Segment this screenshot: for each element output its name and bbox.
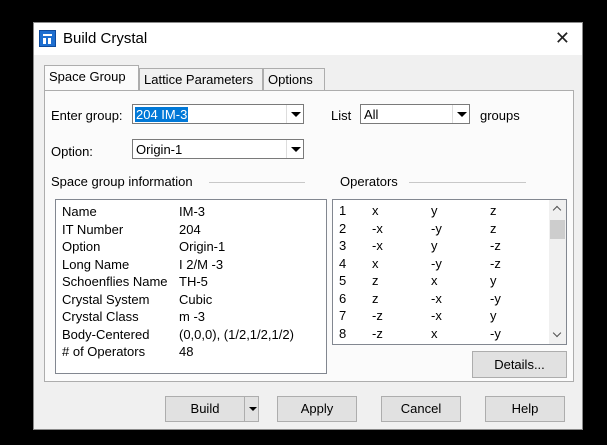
window-title: Build Crystal [63, 30, 148, 47]
enter-group-combobox[interactable]: 204 IM-3 [132, 104, 304, 124]
tab-options[interactable]: Options [263, 68, 325, 90]
operator-row[interactable]: 7 -z -x y [339, 308, 539, 324]
space-group-panel: Enter group: 204 IM-3 List All groups Op… [44, 90, 574, 382]
list-label: List [331, 108, 352, 123]
tab-label: Space Group [49, 69, 126, 84]
operator-x: -z [372, 325, 383, 341]
operator-x: z [372, 273, 379, 288]
operator-number: 6 [339, 290, 347, 306]
info-key: Body-Centered [62, 326, 150, 342]
operator-x: -x [372, 238, 383, 253]
operator-row[interactable]: 1 x y z [339, 203, 539, 219]
operator-row[interactable]: 3 -x y -z [339, 238, 539, 254]
operator-row[interactable]: 2 -x -y z [339, 221, 539, 237]
divider [209, 182, 305, 183]
operator-z: -y [490, 290, 501, 306]
operator-x: -z [372, 308, 383, 323]
enter-group-value: 204 IM-3 [135, 107, 189, 122]
operator-row[interactable]: 5 z x y [339, 273, 539, 289]
operator-y: -y [431, 220, 442, 236]
operator-y: x [431, 273, 438, 288]
operator-z: z [490, 203, 497, 218]
tab-space-group[interactable]: Space Group [44, 65, 139, 90]
tab-lattice-parameters[interactable]: Lattice Parameters [139, 68, 263, 90]
info-value: TH-5 [179, 274, 208, 289]
info-value: m -3 [179, 309, 205, 324]
app-icon [39, 30, 56, 47]
help-button[interactable]: Help [485, 396, 565, 422]
info-key: # of Operators [62, 344, 146, 359]
operators-list[interactable]: 1 x y z 2 -x -y z 3 -x y -z 4 x -y -z 5 … [332, 199, 567, 345]
divider [409, 182, 526, 183]
info-value: 204 [179, 221, 201, 237]
scroll-up-icon[interactable] [549, 200, 566, 217]
chevron-down-icon[interactable] [452, 105, 469, 123]
operator-number: 4 [339, 255, 347, 271]
scrollbar-thumb[interactable] [550, 220, 565, 239]
build-crystal-dialog: Build Crystal ✕ Space Group Lattice Para… [33, 22, 583, 430]
operator-row[interactable]: 4 x -y -z [339, 256, 539, 272]
operator-x: x [372, 203, 379, 218]
operator-number: 2 [339, 220, 347, 236]
apply-button[interactable]: Apply [277, 396, 357, 422]
operator-number: 1 [339, 203, 347, 218]
operator-x: z [372, 290, 379, 306]
info-key: IT Number [62, 221, 124, 237]
list-combobox[interactable]: All [360, 104, 470, 124]
info-key: Crystal System [62, 291, 150, 307]
tab-label: Options [268, 72, 313, 87]
operators-scrollbar[interactable] [549, 200, 566, 344]
operator-number: 7 [339, 308, 347, 323]
operator-y: y [431, 203, 438, 218]
close-icon[interactable]: ✕ [555, 28, 570, 49]
info-value: Cubic [179, 291, 213, 307]
tab-label: Lattice Parameters [144, 72, 254, 87]
info-value: IM-3 [179, 204, 205, 219]
option-value: Origin-1 [136, 142, 183, 157]
space-group-info-header: Space group information [51, 174, 193, 189]
operator-y: -y [431, 255, 442, 271]
operator-z: y [490, 308, 497, 323]
space-group-info-list[interactable]: Name IM-3 IT Number 204 Option Origin-1 … [55, 199, 327, 374]
list-value: All [364, 107, 379, 122]
info-value: I 2/M -3 [179, 256, 224, 272]
operator-number: 8 [339, 325, 347, 341]
build-dropdown-chevron-down-icon[interactable] [244, 396, 259, 422]
info-value: 48 [179, 344, 194, 359]
build-button[interactable]: Build [165, 396, 245, 422]
operator-number: 3 [339, 238, 347, 253]
operator-number: 5 [339, 273, 347, 288]
details-button[interactable]: Details... [472, 351, 567, 378]
operator-x: -x [372, 220, 383, 236]
operator-row[interactable]: 8 -z x -y [339, 326, 539, 342]
operator-y: -x [431, 308, 442, 323]
option-combobox[interactable]: Origin-1 [132, 139, 304, 159]
cancel-button[interactable]: Cancel [381, 396, 461, 422]
operator-z: -z [490, 238, 501, 253]
info-value: Origin-1 [179, 239, 226, 254]
operator-y: -x [431, 290, 442, 306]
operator-y: y [431, 238, 438, 253]
operator-x: x [372, 255, 379, 271]
title-bar[interactable]: Build Crystal ✕ [34, 23, 582, 55]
info-key: Long Name [62, 256, 130, 272]
operators-header: Operators [340, 174, 398, 189]
info-key: Name [62, 204, 97, 219]
operator-y: x [431, 325, 438, 341]
info-key: Crystal Class [62, 309, 139, 324]
chevron-down-icon[interactable] [286, 105, 303, 123]
operator-z: -y [490, 325, 501, 341]
groups-label: groups [480, 108, 520, 123]
option-label: Option: [51, 144, 93, 159]
info-key: Schoenflies Name [62, 274, 168, 289]
info-value: (0,0,0), (1/2,1/2,1/2) [179, 326, 294, 342]
operator-row[interactable]: 6 z -x -y [339, 291, 539, 307]
chevron-down-icon[interactable] [286, 140, 303, 158]
operator-z: -z [490, 255, 501, 271]
operator-z: z [490, 220, 497, 236]
enter-group-label: Enter group: [51, 108, 123, 123]
info-key: Option [62, 239, 101, 254]
operator-z: y [490, 273, 497, 288]
scroll-down-icon[interactable] [549, 327, 566, 344]
